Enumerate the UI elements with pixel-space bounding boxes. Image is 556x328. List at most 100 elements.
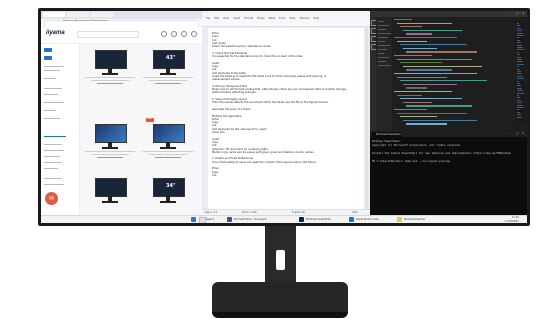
code-line bbox=[403, 29, 462, 31]
taskbar-search-label[interactable]: Search bbox=[206, 218, 214, 221]
site-logo[interactable]: iiyama bbox=[46, 30, 65, 36]
search-icon[interactable] bbox=[199, 217, 206, 223]
editor-titlebar: – □ × bbox=[370, 11, 527, 17]
minimap-line bbox=[517, 95, 519, 96]
filter-option[interactable] bbox=[44, 118, 60, 119]
minimize-icon[interactable]: – bbox=[510, 132, 513, 135]
menu-item[interactable]: Table bbox=[269, 17, 275, 21]
vscode-icon[interactable] bbox=[349, 217, 354, 222]
product-card[interactable]: 34" bbox=[141, 175, 195, 215]
terminal-tab[interactable]: Windows PowerShell bbox=[372, 132, 402, 137]
explorer-item[interactable] bbox=[378, 41, 385, 42]
filter-option[interactable] bbox=[44, 88, 62, 89]
close-icon[interactable]: × bbox=[522, 132, 525, 135]
filter-option[interactable] bbox=[44, 70, 60, 71]
product-card[interactable] bbox=[83, 175, 137, 215]
explorer-item[interactable] bbox=[378, 45, 390, 46]
taskbar-vscode-label[interactable]: Visual Studio Code bbox=[356, 218, 378, 221]
terminal-window: Windows PowerShell – □ × Windows PowerSh… bbox=[370, 131, 527, 215]
minimap-line bbox=[517, 114, 521, 116]
filter-option[interactable] bbox=[44, 184, 64, 185]
explorer-item[interactable] bbox=[378, 65, 391, 66]
start-icon[interactable] bbox=[191, 217, 196, 222]
maximize-icon[interactable]: □ bbox=[516, 12, 519, 15]
explorer-item[interactable] bbox=[378, 49, 387, 50]
taskbar-clock[interactable]: 11:15 17/03/2023 bbox=[505, 216, 519, 223]
document-page[interactable]: Enter Copy Cut Add nodes Check the pasted la… bbox=[208, 28, 364, 213]
filter-option[interactable] bbox=[44, 168, 58, 169]
filter-option[interactable] bbox=[44, 66, 64, 67]
account-icon[interactable] bbox=[161, 31, 167, 37]
menu-item[interactable]: Form bbox=[279, 17, 285, 21]
file-explorer-icon[interactable] bbox=[397, 217, 402, 222]
code-line bbox=[394, 91, 452, 93]
code-line bbox=[397, 112, 467, 114]
menu-item[interactable]: Styles bbox=[257, 17, 265, 21]
close-icon[interactable]: × bbox=[522, 12, 525, 15]
menu-item[interactable]: Help bbox=[313, 17, 319, 21]
taskbar-powershell-label[interactable]: Windows PowerShell bbox=[306, 218, 331, 221]
chat-button[interactable]: ✉ bbox=[45, 192, 58, 205]
menu-item[interactable]: Insert bbox=[233, 17, 240, 21]
explorer-item[interactable] bbox=[378, 57, 389, 58]
terminal-prompt[interactable]: PS C:\Users\Monitor> demo.exe --run-layo… bbox=[372, 160, 450, 163]
menu-item[interactable]: Format bbox=[244, 17, 253, 21]
status-zoom[interactable]: 100% bbox=[352, 211, 358, 214]
status-words: Words: 1,208 bbox=[242, 211, 257, 214]
filter-option[interactable] bbox=[44, 94, 58, 95]
menu-icon[interactable] bbox=[191, 31, 197, 37]
filter-chip[interactable] bbox=[44, 48, 52, 52]
minimize-icon[interactable]: – bbox=[510, 12, 513, 15]
browser-tab[interactable] bbox=[43, 12, 65, 17]
explorer-item[interactable] bbox=[378, 33, 391, 34]
menu-item[interactable]: File bbox=[206, 17, 210, 21]
formatting-toolbar[interactable] bbox=[202, 21, 370, 27]
code-area[interactable] bbox=[394, 19, 514, 129]
product-card[interactable]: 43" bbox=[141, 47, 195, 87]
cart-icon[interactable] bbox=[181, 31, 187, 37]
file-explorer bbox=[376, 17, 392, 131]
menu-item[interactable]: Window bbox=[300, 17, 310, 21]
menu-item[interactable]: Edit bbox=[214, 17, 219, 21]
filter-option[interactable] bbox=[44, 78, 56, 79]
explorer-item[interactable] bbox=[378, 29, 386, 30]
menu-item[interactable]: View bbox=[223, 17, 229, 21]
product-card[interactable] bbox=[83, 121, 137, 161]
code-line bbox=[397, 22, 452, 24]
taskbar-word-label[interactable]: Microsoft Word - Document bbox=[234, 218, 267, 221]
document-scrollbar[interactable] bbox=[365, 28, 368, 213]
maximize-icon[interactable]: □ bbox=[516, 132, 519, 135]
explorer-item[interactable] bbox=[378, 25, 389, 26]
powershell-icon[interactable] bbox=[299, 217, 304, 222]
filter-chip[interactable] bbox=[44, 56, 52, 60]
explorer-item[interactable] bbox=[378, 37, 388, 38]
browser-tab[interactable] bbox=[91, 12, 113, 17]
filter-option[interactable] bbox=[44, 102, 64, 103]
taskbar: Search Microsoft Word - Document Windows… bbox=[41, 215, 527, 223]
monitor-stand-base-edge bbox=[212, 312, 348, 318]
word-icon[interactable] bbox=[227, 217, 232, 222]
explorer-item[interactable] bbox=[378, 53, 384, 54]
minimap-line bbox=[517, 107, 524, 108]
filter-option[interactable] bbox=[44, 150, 64, 151]
explorer-item[interactable] bbox=[378, 61, 386, 62]
site-search-input[interactable] bbox=[77, 31, 139, 38]
filter-option[interactable] bbox=[44, 162, 62, 163]
filter-option[interactable] bbox=[44, 156, 60, 157]
product-title bbox=[143, 151, 193, 152]
filter-option[interactable] bbox=[44, 178, 62, 179]
explorer-item[interactable] bbox=[378, 21, 384, 22]
product-card[interactable] bbox=[141, 121, 195, 161]
filter-option[interactable] bbox=[44, 144, 62, 145]
browser-tab[interactable] bbox=[67, 12, 89, 17]
filter-option[interactable] bbox=[44, 110, 56, 111]
code-line bbox=[403, 119, 477, 121]
taskbar-explorer-label[interactable]: Windows Explorer bbox=[404, 218, 425, 221]
product-title bbox=[143, 77, 193, 78]
menu-item[interactable]: Tools bbox=[289, 17, 295, 21]
minimap[interactable] bbox=[516, 23, 525, 123]
wishlist-icon[interactable] bbox=[171, 31, 177, 37]
minimap-line bbox=[517, 59, 522, 60]
product-card[interactable] bbox=[83, 47, 137, 87]
terminal-line: Install the latest PowerShell for new fe… bbox=[372, 152, 511, 155]
